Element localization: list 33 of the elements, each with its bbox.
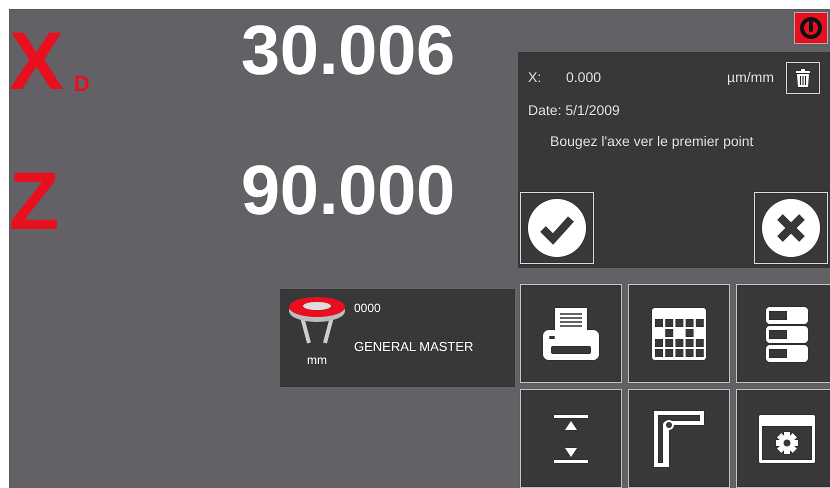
check-icon: [527, 198, 587, 258]
offset-value: 0.000: [566, 68, 602, 87]
printer-icon: [541, 306, 601, 362]
stack-button[interactable]: [736, 284, 830, 383]
printer-button[interactable]: [520, 284, 622, 383]
delete-button[interactable]: [786, 62, 820, 94]
unit-label: µm/mm: [727, 68, 774, 87]
unit-label: mm: [307, 352, 327, 369]
table-button[interactable]: [628, 284, 730, 383]
axis-value: 30.006: [241, 15, 456, 85]
gap-icon: [553, 412, 589, 464]
axis-letter: Z: [9, 169, 60, 235]
power-icon: [799, 16, 823, 40]
confirm-button[interactable]: [520, 192, 594, 264]
settings-icon: [758, 414, 816, 464]
power-button[interactable]: [794, 12, 828, 44]
axis-suffix: D: [74, 73, 90, 95]
close-icon: [761, 198, 821, 258]
table-icon: [651, 306, 707, 360]
settings-button[interactable]: [736, 389, 830, 488]
ruler-icon: [653, 410, 705, 468]
axis-letter: X: [9, 29, 64, 95]
message-text: Bougez l'axe ver le premier point: [550, 132, 754, 151]
stack-icon: [765, 306, 809, 362]
date-text: Date: 5/1/2009: [528, 100, 621, 120]
trash-icon: [796, 68, 810, 86]
tool-code: 0000: [354, 300, 382, 317]
axis-value: 90.000: [241, 155, 456, 225]
tool-name: GENERAL MASTER: [354, 338, 474, 356]
gap-button[interactable]: [520, 389, 622, 488]
ruler-button[interactable]: [628, 389, 730, 488]
axis-label: X:: [528, 68, 542, 87]
cancel-button[interactable]: [754, 192, 828, 264]
